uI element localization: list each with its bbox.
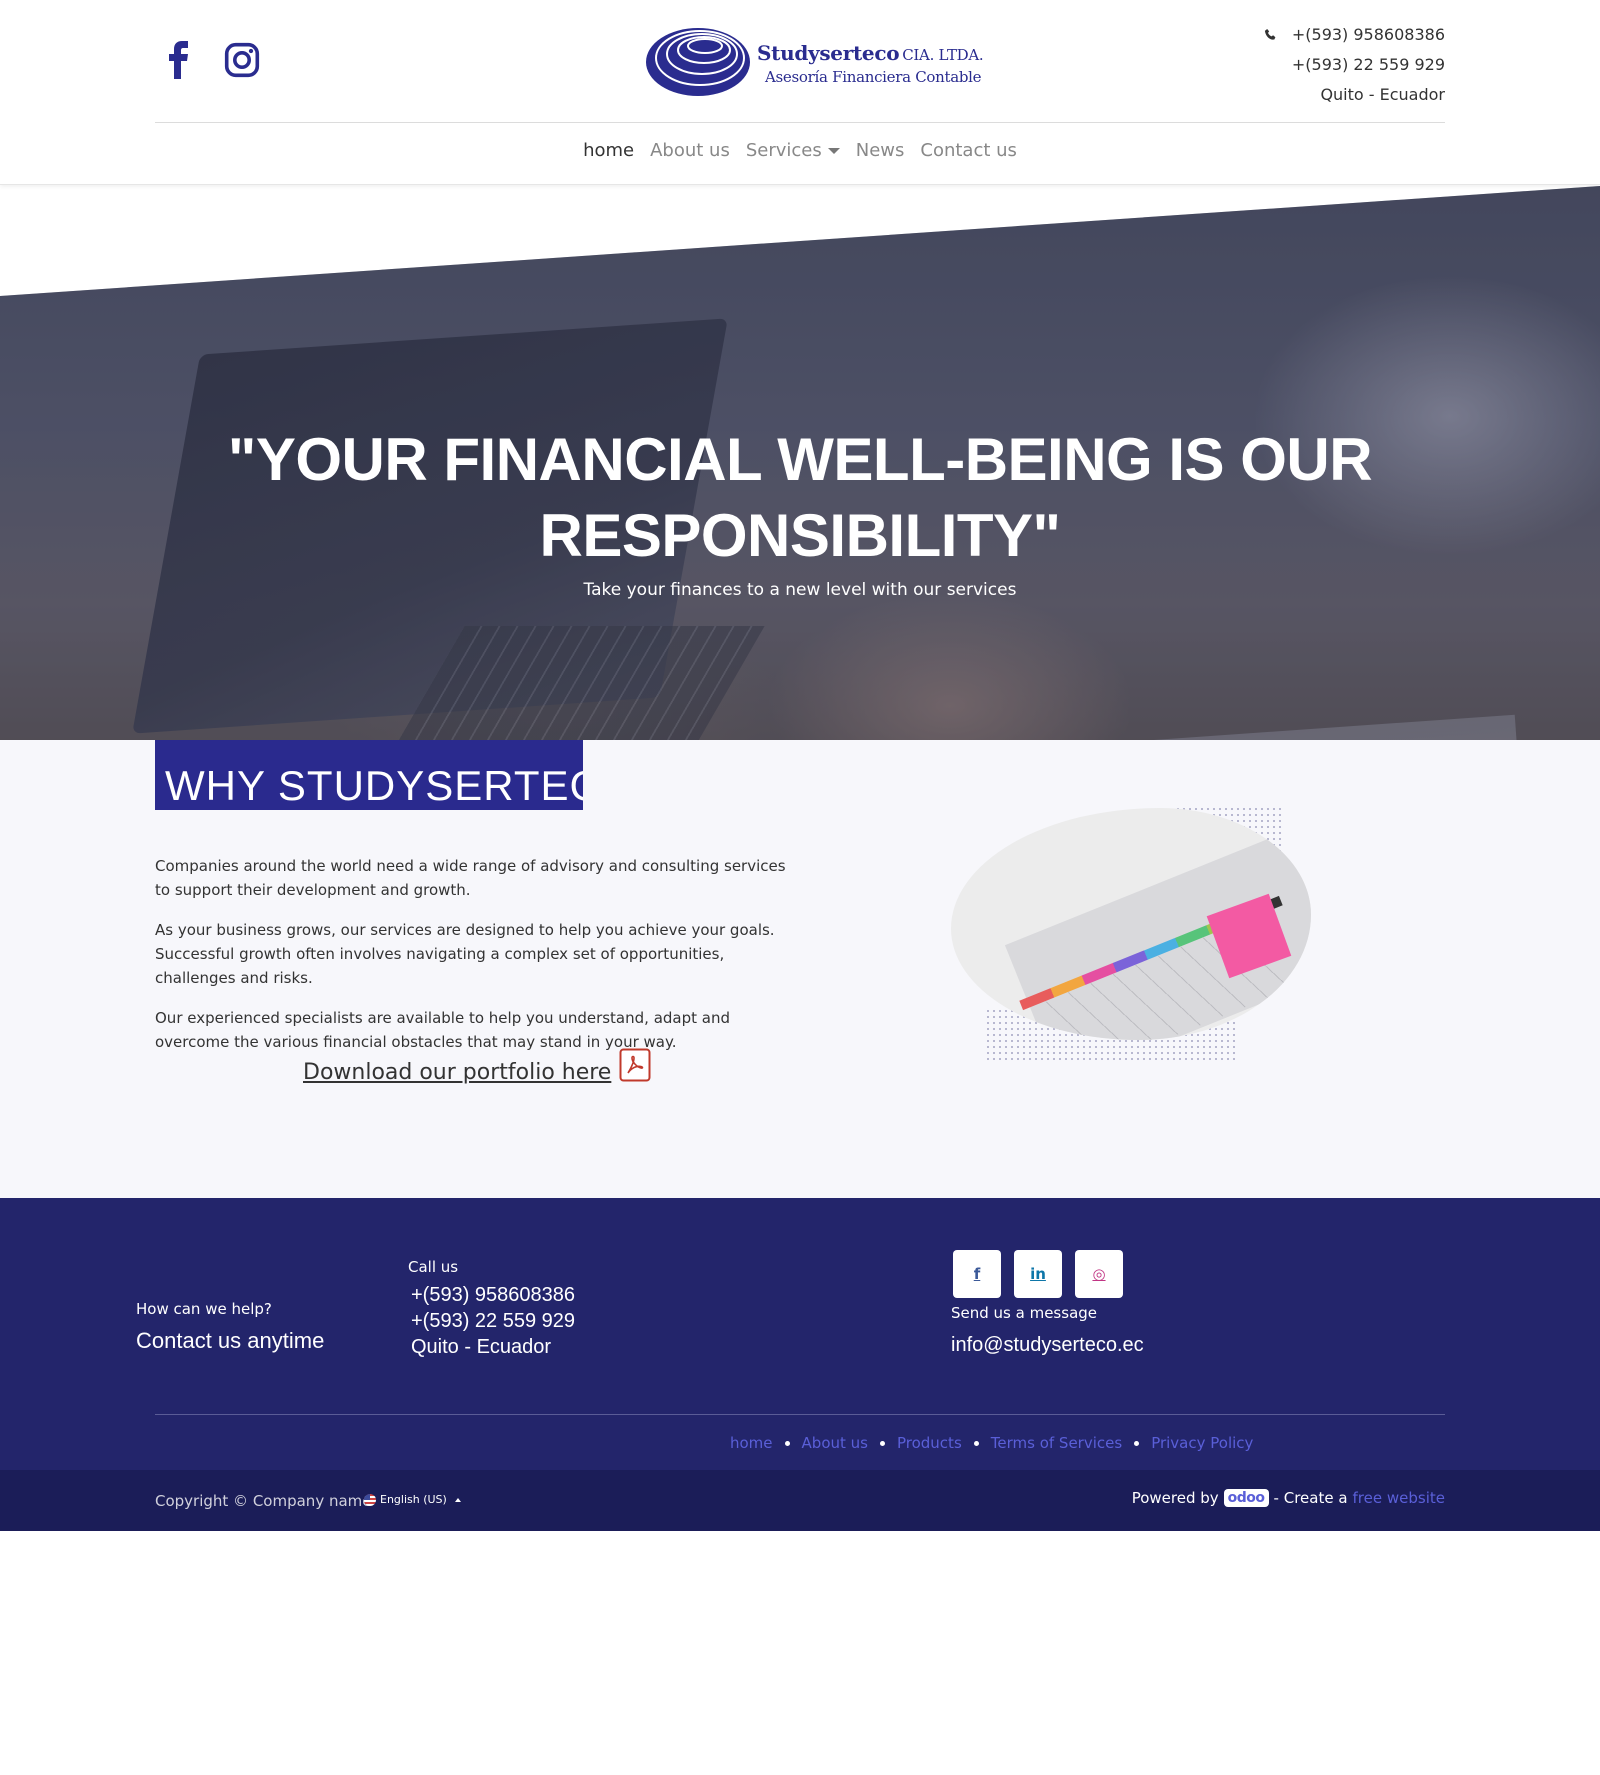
- footer-divider: [155, 1414, 1445, 1415]
- powered-by-label: Powered by: [1131, 1489, 1219, 1507]
- why-paragraph: As your business grows, our services are…: [155, 921, 775, 987]
- us-flag-icon: [364, 1493, 376, 1506]
- facebook-icon: f: [973, 1265, 981, 1283]
- header-contact: +(593) 958608386 +(593) 22 559 929 Quito…: [1264, 20, 1445, 110]
- header-phone-2[interactable]: +(593) 22 559 929: [1292, 50, 1445, 80]
- footer-links: home About us Products Terms of Services…: [730, 1434, 1253, 1452]
- odoo-logo[interactable]: odoo: [1223, 1489, 1269, 1507]
- nav-home[interactable]: home: [583, 140, 634, 161]
- main-nav: home About us Services News Contact us: [0, 140, 1600, 161]
- linkedin-icon: in: [1030, 1265, 1046, 1283]
- footer-location: Quito - Ecuador: [411, 1336, 552, 1358]
- logo-tagline: Asesoría Financiera Contable: [765, 68, 982, 86]
- why-section: WHY STUDYSERTECO? Companies around the w…: [0, 740, 1600, 1198]
- footer-linkedin-button[interactable]: in: [1014, 1250, 1062, 1298]
- header-divider: [155, 122, 1445, 123]
- footer-message-label: Send us a message: [951, 1304, 1098, 1322]
- copyright-text: Copyright © Company name: [155, 1492, 372, 1510]
- why-heading-text: WHY STUDYSERTECO?: [165, 762, 583, 809]
- footer-instagram-button[interactable]: ◎: [1075, 1250, 1123, 1298]
- footer-phone-1[interactable]: +(593) 958608386: [411, 1282, 575, 1308]
- footer-link-privacy[interactable]: Privacy Policy: [1151, 1434, 1253, 1452]
- hero-title: "YOUR FINANCIAL WELL-BEING IS OUR RESPON…: [227, 426, 1373, 569]
- download-portfolio-link[interactable]: Download our portfolio here: [303, 1048, 651, 1085]
- facebook-icon: [169, 41, 188, 79]
- footer-help-label: How can we help?: [136, 1300, 272, 1318]
- create-label: - Create a: [1273, 1489, 1348, 1507]
- company-logo[interactable]: Studyserteco CIA. LTDA. Asesoría Financie…: [645, 26, 984, 98]
- bottom-bar: Copyright © Company name English (US) Po…: [0, 1470, 1600, 1531]
- footer-link-products[interactable]: Products: [897, 1434, 962, 1452]
- hero-subtitle: Take your finances to a new level with o…: [583, 580, 1017, 600]
- phone-icon: [1264, 29, 1276, 40]
- footer-link-terms[interactable]: Terms of Services: [991, 1434, 1122, 1452]
- language-selector[interactable]: English (US): [364, 1493, 461, 1506]
- powered-by: Powered by odoo - Create a free website: [1132, 1489, 1445, 1507]
- footer-facebook-button[interactable]: f: [953, 1250, 1001, 1298]
- instagram-icon: [224, 42, 260, 78]
- separator-dot: [784, 1440, 790, 1446]
- footer-social-buttons: f in ◎: [953, 1250, 1123, 1298]
- why-paragraph: Our experienced specialists are availabl…: [155, 1009, 730, 1051]
- footer-call-label: Call us: [408, 1258, 459, 1276]
- why-heading: WHY STUDYSERTECO?: [155, 740, 583, 810]
- header-social-links: [160, 40, 260, 80]
- logo-mark-icon: [646, 28, 750, 96]
- footer-phone-2[interactable]: +(593) 22 559 929: [411, 1308, 575, 1334]
- language-label: English (US): [380, 1493, 447, 1506]
- separator-dot: [973, 1440, 979, 1446]
- nav-services[interactable]: Services: [746, 140, 840, 161]
- logo-name: Studyserteco CIA. LTDA.: [757, 41, 984, 65]
- nav-contact-us[interactable]: Contact us: [920, 140, 1017, 161]
- facebook-link[interactable]: [160, 40, 196, 80]
- chevron-up-icon: [454, 1497, 461, 1502]
- why-text: Companies around the world need a wide r…: [155, 854, 795, 1070]
- free-website-link[interactable]: free website: [1353, 1489, 1445, 1507]
- site-footer: How can we help? Contact us anytime Call…: [0, 1198, 1600, 1470]
- footer-help-heading: Contact us anytime: [136, 1328, 325, 1353]
- portfolio-image: [945, 806, 1325, 1088]
- footer-link-about-us[interactable]: About us: [802, 1434, 868, 1452]
- instagram-icon: ◎: [1092, 1265, 1106, 1283]
- hero-banner: "YOUR FINANCIAL WELL-BEING IS OUR RESPON…: [0, 186, 1600, 782]
- pdf-icon: [619, 1048, 651, 1082]
- footer-email-link[interactable]: info@studyserteco.ec: [951, 1334, 1144, 1357]
- why-paragraph: Companies around the world need a wide r…: [155, 857, 786, 899]
- nav-about-us[interactable]: About us: [650, 140, 730, 161]
- separator-dot: [879, 1440, 885, 1446]
- site-header: Studyserteco CIA. LTDA. Asesoría Financie…: [0, 0, 1600, 185]
- chevron-down-icon: [827, 148, 840, 154]
- image-blob: [951, 808, 1311, 1040]
- header-phone-1[interactable]: +(593) 958608386: [1292, 20, 1445, 50]
- nav-news[interactable]: News: [856, 140, 905, 161]
- footer-link-home[interactable]: home: [730, 1434, 773, 1452]
- download-portfolio-label: Download our portfolio here: [303, 1060, 612, 1085]
- instagram-link[interactable]: [224, 40, 260, 80]
- footer-call-lines: +(593) 958608386 +(593) 22 559 929 Quito…: [411, 1282, 575, 1360]
- separator-dot: [1134, 1440, 1140, 1446]
- header-location: Quito - Ecuador: [1320, 85, 1445, 104]
